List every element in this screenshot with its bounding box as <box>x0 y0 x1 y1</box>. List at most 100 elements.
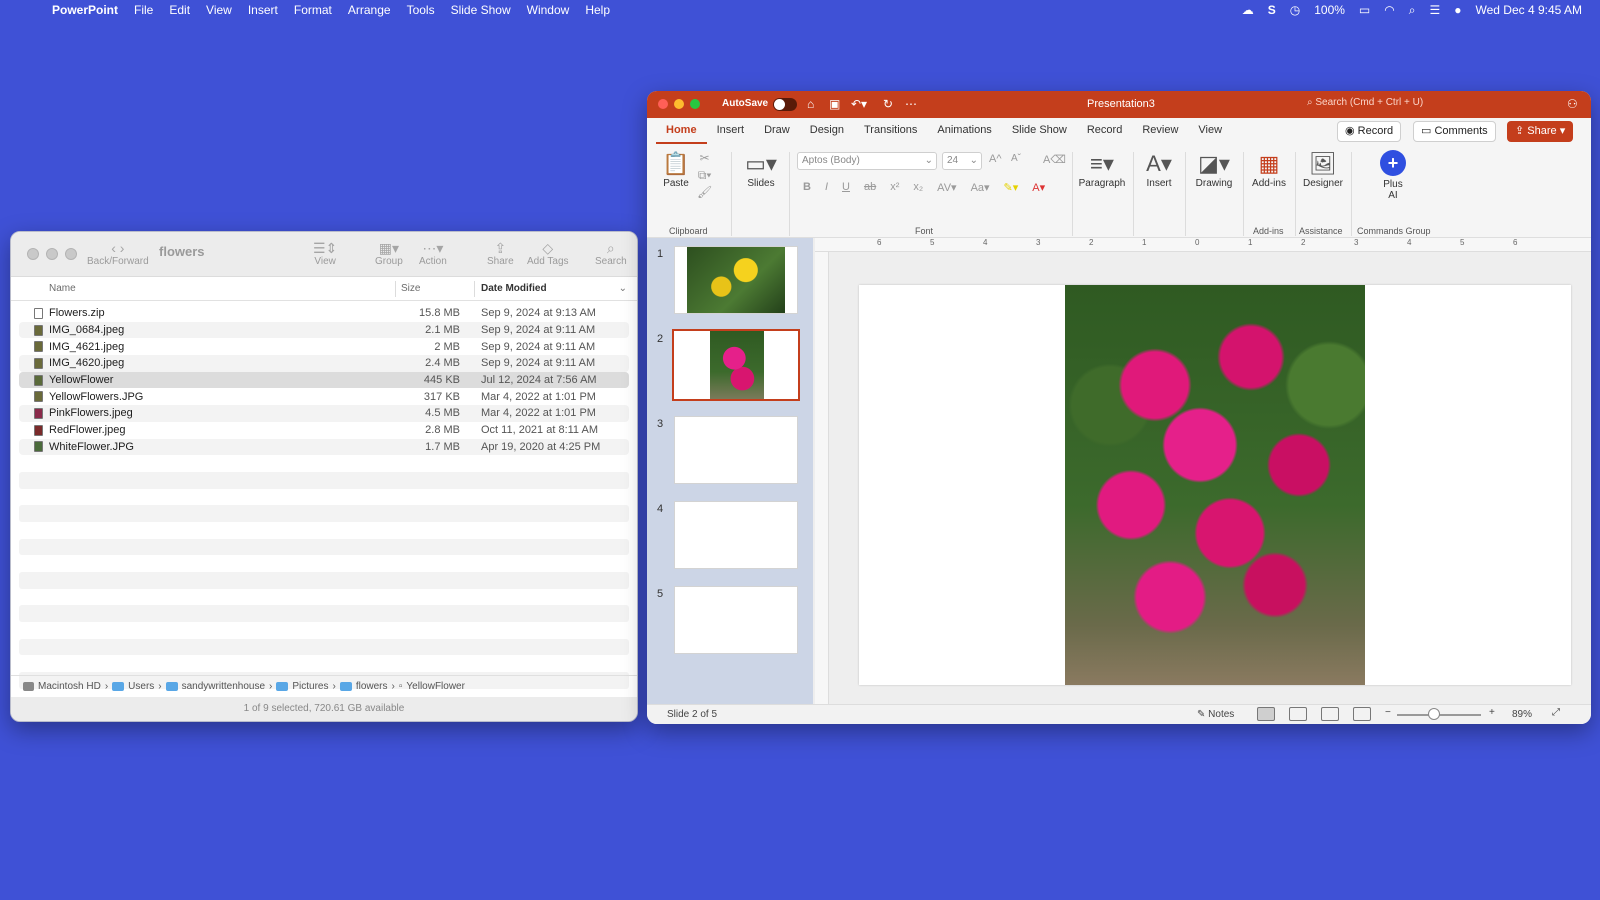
menu-tools[interactable]: Tools <box>399 3 443 17</box>
font-name-select[interactable]: Aptos (Body) ⌄ <box>797 152 937 170</box>
path-item-users[interactable]: Users › <box>112 681 162 692</box>
menu-app-name[interactable]: PowerPoint <box>44 3 126 17</box>
file-row-selected[interactable]: YellowFlower 445 KB Jul 12, 2024 at 7:56… <box>19 371 629 389</box>
zoom-in-icon[interactable]: + <box>1489 707 1495 718</box>
menu-edit[interactable]: Edit <box>161 3 198 17</box>
decrease-font-icon[interactable]: Aˇ <box>1011 153 1021 164</box>
autosave-toggle[interactable] <box>773 98 797 111</box>
slideshow-view-icon[interactable] <box>1353 707 1371 721</box>
siri-icon[interactable]: ● <box>1454 3 1461 17</box>
column-divider[interactable] <box>395 281 396 297</box>
battery-icon[interactable]: ▭ <box>1359 3 1370 17</box>
normal-view-icon[interactable] <box>1257 707 1275 721</box>
redo-icon[interactable]: ↻ <box>883 97 893 111</box>
minimize-button[interactable] <box>46 248 58 260</box>
file-row[interactable]: IMG_4621.jpeg 2 MB Sep 9, 2024 at 9:11 A… <box>19 338 629 355</box>
file-row[interactable]: IMG_0684.jpeg 2.1 MB Sep 9, 2024 at 9:11… <box>19 321 629 339</box>
copy-icon[interactable]: ⧉▾ <box>697 167 712 184</box>
column-name[interactable]: Name <box>49 283 76 294</box>
share-button[interactable]: ⇪ Share <box>487 240 514 267</box>
designer-button[interactable]: 🖼 Designer <box>1299 150 1347 189</box>
file-row[interactable]: YellowFlowers.JPG 317 KB Mar 4, 2022 at … <box>19 388 629 405</box>
share-button[interactable]: ⇪ Share ▾ <box>1507 121 1574 142</box>
tab-review[interactable]: Review <box>1132 118 1188 144</box>
file-row[interactable]: IMG_4620.jpeg 2.4 MB Sep 9, 2024 at 9:11… <box>19 355 629 372</box>
character-spacing-icon[interactable]: AV▾ <box>937 181 956 194</box>
cut-icon[interactable]: ✂ <box>697 150 712 167</box>
zoom-out-icon[interactable]: − <box>1385 707 1391 718</box>
paragraph-button[interactable]: ≡▾ Paragraph <box>1077 150 1127 189</box>
path-item-flowers[interactable]: flowers › <box>339 681 395 692</box>
underline-icon[interactable]: U <box>842 181 850 194</box>
action-button[interactable]: ⋯▾ Action <box>419 240 447 267</box>
tab-design[interactable]: Design <box>800 118 854 144</box>
path-item-macintosh-hd[interactable]: Macintosh HD › <box>23 681 108 692</box>
record-button[interactable]: ◉ Record <box>1337 121 1402 142</box>
strikethrough-icon[interactable]: ab <box>864 181 876 194</box>
tab-slide-show[interactable]: Slide Show <box>1002 118 1077 144</box>
zoom-percent[interactable]: 89% <box>1512 709 1532 720</box>
increase-font-icon[interactable]: A^ <box>989 153 1002 165</box>
menu-file[interactable]: File <box>126 3 161 17</box>
collaborate-icon[interactable]: ⚇ <box>1567 97 1578 111</box>
tab-draw[interactable]: Draw <box>754 118 800 144</box>
column-size[interactable]: Size <box>401 283 420 294</box>
column-divider[interactable] <box>474 281 475 297</box>
tab-insert[interactable]: Insert <box>707 118 755 144</box>
subscript-icon[interactable]: x₂ <box>913 181 923 194</box>
slide-thumbnail[interactable] <box>674 416 798 484</box>
menu-arrange[interactable]: Arrange <box>340 3 399 17</box>
slide-thumbnail[interactable] <box>674 246 798 314</box>
wifi-icon[interactable]: ◠ <box>1384 3 1394 17</box>
file-row[interactable]: WhiteFlower.JPG 1.7 MB Apr 19, 2020 at 4… <box>19 438 629 456</box>
tab-animations[interactable]: Animations <box>927 118 1001 144</box>
superscript-icon[interactable]: x² <box>890 181 899 194</box>
view-button[interactable]: ☰⇕ View <box>313 240 337 267</box>
font-size-select[interactable]: 24 ⌄ <box>942 152 982 170</box>
cloud-icon[interactable]: ☁ <box>1242 3 1254 17</box>
minimize-button[interactable] <box>674 99 684 109</box>
reading-view-icon[interactable] <box>1321 707 1339 721</box>
tab-home[interactable]: Home <box>656 118 707 144</box>
home-icon[interactable]: ⌂ <box>807 97 814 111</box>
plus-ai-button[interactable]: + Plus AI <box>1375 150 1411 201</box>
control-center-icon[interactable]: ☰ <box>1429 3 1440 17</box>
menu-clock[interactable]: Wed Dec 4 9:45 AM <box>1476 3 1583 17</box>
tab-record[interactable]: Record <box>1077 118 1132 144</box>
menu-insert[interactable]: Insert <box>240 3 286 17</box>
slide-thumbnail[interactable] <box>674 501 798 569</box>
drawing-button[interactable]: ◪▾ Drawing <box>1191 150 1237 189</box>
s-app-icon[interactable]: S <box>1268 3 1276 17</box>
slide-thumbnail[interactable] <box>674 586 798 654</box>
spotlight-search-icon[interactable]: ⌕ <box>1409 3 1416 18</box>
slide-sorter-view-icon[interactable] <box>1289 707 1307 721</box>
bold-icon[interactable]: B <box>803 181 811 194</box>
format-painter-icon[interactable]: 🖌 <box>697 184 712 201</box>
slide-image-pink-bougainvillea[interactable] <box>1065 285 1365 685</box>
more-icon[interactable]: ⋯ <box>905 97 917 111</box>
insert-button[interactable]: A▾ Insert <box>1139 150 1179 189</box>
change-case-icon[interactable]: Aa▾ <box>971 181 990 194</box>
add-tags-button[interactable]: ◇ Add Tags <box>527 240 569 267</box>
slide-canvas[interactable] <box>859 285 1571 685</box>
save-icon[interactable]: ▣ <box>829 97 840 111</box>
sort-chevron-icon[interactable]: ⌄ <box>619 283 627 294</box>
file-row[interactable]: Flowers.zip 15.8 MB Sep 9, 2024 at 9:13 … <box>19 305 629 322</box>
file-row[interactable]: PinkFlowers.jpeg 4.5 MB Mar 4, 2022 at 1… <box>19 405 629 422</box>
tab-view[interactable]: View <box>1188 118 1232 144</box>
close-button[interactable] <box>27 248 39 260</box>
italic-icon[interactable]: I <box>825 181 828 194</box>
ppt-search-input[interactable]: ⌕ Search (Cmd + Ctrl + U) <box>1307 97 1527 113</box>
add-ins-button[interactable]: ▦ Add-ins <box>1247 150 1291 189</box>
font-color-icon[interactable]: A▾ <box>1032 181 1045 194</box>
menu-slide-show[interactable]: Slide Show <box>443 3 519 17</box>
file-row[interactable]: RedFlower.jpeg 2.8 MB Oct 11, 2021 at 8:… <box>19 422 629 439</box>
time-machine-icon[interactable]: ◷ <box>1290 3 1300 17</box>
paste-button[interactable]: 📋 Paste <box>659 150 693 189</box>
back-forward-button[interactable]: ‹ › Back/Forward <box>87 240 149 267</box>
undo-icon[interactable]: ↶▾ <box>851 97 867 111</box>
zoom-button[interactable] <box>65 248 77 260</box>
column-date-modified[interactable]: Date Modified <box>481 283 547 294</box>
slides-button[interactable]: ▭▾ Slides <box>741 150 781 189</box>
zoom-slider-handle[interactable] <box>1428 708 1440 720</box>
